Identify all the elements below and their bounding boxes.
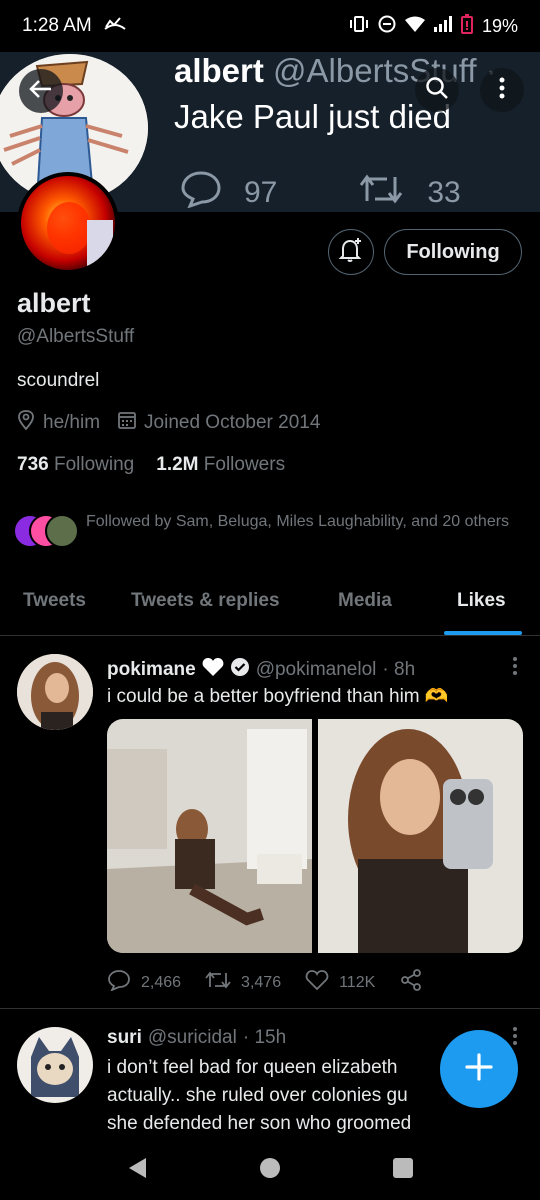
system-nav-bar bbox=[0, 1140, 540, 1200]
followers-count: 1.2M bbox=[156, 454, 199, 475]
vibrate-icon bbox=[349, 15, 369, 37]
profile-avatar[interactable] bbox=[17, 172, 119, 274]
back-button[interactable] bbox=[19, 69, 63, 113]
share-icon bbox=[399, 969, 423, 996]
nav-home-button[interactable] bbox=[259, 1157, 281, 1184]
search-icon bbox=[425, 76, 449, 105]
wifi-icon bbox=[404, 16, 425, 37]
status-bar: 1:28 AM 19% bbox=[0, 0, 540, 52]
battery-percent: 19% bbox=[481, 15, 518, 36]
heart-white-icon bbox=[202, 657, 224, 683]
profile-meta: he/him Joined October 2014 bbox=[17, 410, 338, 436]
battery-low-icon bbox=[460, 13, 473, 39]
more-options-button[interactable] bbox=[480, 68, 524, 112]
tweet-text-line: she defended her son who groomed bbox=[107, 1113, 412, 1134]
tab-tweets-replies[interactable]: Tweets & replies bbox=[131, 590, 280, 612]
follow-stats: 736 Following 1.2M Followers bbox=[17, 454, 285, 476]
tweet-time: · 8h bbox=[382, 659, 416, 680]
active-tab-indicator bbox=[444, 631, 522, 635]
followed-by-text: Followed by Sam, Beluga, Miles Laughabil… bbox=[86, 513, 510, 530]
search-button[interactable] bbox=[415, 68, 459, 112]
tab-likes[interactable]: Likes bbox=[457, 590, 506, 612]
profile-tabs: Tweets Tweets & replies Media Likes bbox=[0, 570, 540, 636]
tweet-header: pokimane @pokimanelol · 8h bbox=[107, 657, 415, 683]
retweet-icon bbox=[357, 171, 405, 212]
reply-count: 2,466 bbox=[141, 973, 182, 991]
retweet-count: 3,476 bbox=[241, 973, 282, 991]
retweet-button[interactable]: 3,476 bbox=[205, 970, 281, 995]
profile-joined: Joined October 2014 bbox=[144, 412, 321, 433]
profile-bio: scoundrel bbox=[17, 370, 100, 391]
tweet-photo[interactable] bbox=[107, 719, 312, 953]
bell-plus-icon bbox=[338, 237, 364, 268]
followers-stat[interactable]: 1.2M Followers bbox=[156, 454, 285, 476]
tweet-header: suri @suricidal · 15h bbox=[107, 1027, 286, 1049]
status-time: 1:28 AM bbox=[22, 15, 92, 36]
tweet-text: i don’t feel bad for queen elizabeth act… bbox=[107, 1054, 411, 1138]
mutual-avatar bbox=[45, 514, 79, 548]
tweet-avatar[interactable] bbox=[17, 654, 93, 730]
arrow-left-icon bbox=[29, 79, 53, 104]
banner-reply-count: 97 bbox=[244, 176, 278, 209]
tweet-text: i could be a better boyfriend than him 🫶 bbox=[107, 686, 449, 707]
notifications-button[interactable] bbox=[328, 229, 374, 275]
like-count: 112K bbox=[339, 973, 376, 991]
signal-icon bbox=[433, 15, 452, 37]
banner-tweet-text: Jake Paul just died bbox=[174, 98, 452, 135]
profile-display-name: albert bbox=[17, 288, 91, 318]
tab-media[interactable]: Media bbox=[338, 590, 392, 612]
tweet-author-name[interactable]: suri bbox=[107, 1027, 142, 1049]
banner-name: albert bbox=[174, 52, 264, 89]
tweet-author-handle[interactable]: @suricidal bbox=[148, 1027, 237, 1049]
banner-retweet-count: 33 bbox=[427, 176, 461, 209]
tweet-author-name[interactable]: pokimane bbox=[107, 659, 196, 681]
tweet-text-line: i don’t feel bad for queen elizabeth bbox=[107, 1057, 398, 1078]
location-pin-icon bbox=[17, 410, 35, 436]
dnd-icon bbox=[378, 15, 396, 38]
tweet-more-button[interactable] bbox=[512, 657, 518, 675]
profile-handle: @AlbertsStuff bbox=[17, 326, 135, 347]
tweet-author-handle[interactable]: @pokimanelol bbox=[256, 659, 377, 681]
mutual-avatars bbox=[13, 514, 81, 550]
banner-tweet-stats: 97 33 bbox=[180, 170, 540, 212]
following-count: 736 bbox=[17, 454, 49, 475]
tab-tweets[interactable]: Tweets bbox=[23, 590, 86, 612]
compose-tweet-button[interactable] bbox=[440, 1030, 518, 1108]
like-button[interactable]: 112K bbox=[305, 969, 375, 996]
verified-badge-icon bbox=[230, 657, 250, 683]
reply-icon bbox=[107, 969, 131, 996]
tweet-photo[interactable] bbox=[318, 719, 523, 953]
vertical-dots-icon bbox=[499, 77, 505, 104]
following-label: Following bbox=[53, 454, 135, 475]
tweet-avatar[interactable] bbox=[17, 1027, 93, 1103]
followed-by[interactable]: Followed by Sam, Beluga, Miles Laughabil… bbox=[13, 510, 526, 550]
missed-call-icon bbox=[104, 15, 126, 37]
profile-pronouns: he/him bbox=[43, 412, 101, 433]
share-button[interactable] bbox=[399, 969, 423, 996]
tweet-text-line: actually.. she ruled over colonies gu bbox=[107, 1085, 408, 1106]
reply-icon bbox=[180, 170, 222, 212]
reply-button[interactable]: 2,466 bbox=[107, 969, 181, 996]
tweet[interactable]: pokimane @pokimanelol · 8h i could be a … bbox=[0, 637, 540, 1009]
tweet-more-button[interactable] bbox=[512, 1027, 518, 1045]
retweet-icon bbox=[205, 970, 231, 995]
following-button[interactable]: Following bbox=[384, 229, 522, 275]
tweet-time: · 15h bbox=[242, 1027, 287, 1048]
tweet-media[interactable] bbox=[107, 719, 523, 953]
plus-icon bbox=[464, 1052, 494, 1087]
followers-label: Followers bbox=[203, 454, 286, 475]
heart-icon bbox=[305, 969, 329, 996]
nav-recents-button[interactable] bbox=[392, 1157, 414, 1184]
calendar-icon bbox=[118, 411, 136, 435]
following-stat[interactable]: 736 Following bbox=[17, 454, 134, 476]
nav-back-button[interactable] bbox=[126, 1156, 148, 1185]
tweet-actions: 2,466 3,476 112K bbox=[107, 969, 447, 996]
